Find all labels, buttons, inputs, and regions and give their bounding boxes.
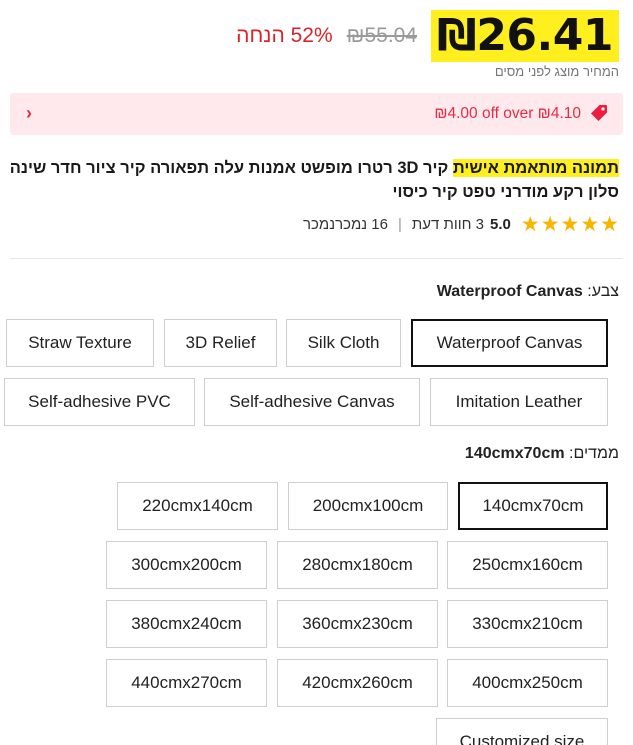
divider	[10, 258, 623, 259]
size-option-420x260[interactable]: 420cmx260cm	[277, 659, 438, 707]
product-title: תמונה מותאמת אישית קיר 3D רטרו מופשט אמנ…	[9, 156, 619, 204]
size-selected-value: 140cmx70cm	[464, 445, 565, 462]
chevron-left-icon[interactable]: ‹	[26, 103, 32, 124]
review-count[interactable]: 3 חוות דעת	[412, 216, 484, 233]
color-option-3d-relief[interactable]: 3D Relief	[164, 319, 277, 367]
tag-icon-svg	[591, 104, 607, 121]
size-option-330x210[interactable]: 330cmx210cm	[447, 600, 608, 648]
rating-stars: ★ ★ ★ ★ ★	[521, 214, 619, 235]
current-price: ₪26.41	[431, 10, 619, 62]
tax-note: המחיר מוצג לפני מסים	[494, 64, 619, 79]
separator: |	[397, 215, 402, 233]
coupon-banner[interactable]: ₪4.00 off over ₪4.10 ‹	[10, 93, 623, 135]
size-label-text: ממדים:	[564, 445, 619, 462]
color-option-waterproof-canvas[interactable]: Waterproof Canvas	[411, 319, 608, 367]
size-option-220x140[interactable]: 220cmx140cm	[117, 482, 278, 530]
size-option-250x160[interactable]: 250cmx160cm	[447, 541, 608, 589]
rating-value: 5.0	[490, 215, 511, 233]
size-option-380x240[interactable]: 380cmx240cm	[106, 600, 267, 648]
size-option-280x180[interactable]: 280cmx180cm	[277, 541, 438, 589]
color-option-self-adhesive-canvas[interactable]: Self-adhesive Canvas	[204, 378, 420, 426]
color-option-silk-cloth[interactable]: Silk Cloth	[286, 319, 401, 367]
color-option-straw-texture[interactable]: Straw Texture	[6, 319, 154, 367]
color-option-imitation-leather[interactable]: Imitation Leather	[430, 378, 608, 426]
star-icon: ★	[600, 212, 619, 236]
size-option-440x270[interactable]: 440cmx270cm	[106, 659, 267, 707]
color-option-self-adhesive-pvc[interactable]: Self-adhesive PVC	[4, 378, 195, 426]
star-icon: ★	[520, 212, 540, 236]
star-icon: ★	[540, 212, 560, 236]
coupon-text: ₪4.00 off over ₪4.10	[434, 105, 581, 122]
star-icon: ★	[560, 212, 580, 236]
price-row: ₪26.41 ₪55.04 52% הנחה	[236, 8, 619, 64]
size-option-200x100[interactable]: 200cmx100cm	[288, 482, 448, 530]
size-option-140x70[interactable]: 140cmx70cm	[458, 482, 608, 530]
star-icon: ★	[580, 212, 600, 236]
title-highlight: תמונה מותאמת אישית	[452, 159, 619, 177]
size-option-360x230[interactable]: 360cmx230cm	[277, 600, 438, 648]
size-label: ממדים: 140cmx70cm	[465, 445, 619, 463]
color-label-text: צבע:	[582, 283, 619, 300]
discount-badge: 52% הנחה	[236, 24, 333, 47]
size-option-customized[interactable]: Customized size	[436, 718, 608, 745]
color-label: צבע: Waterproof Canvas	[437, 283, 619, 301]
size-option-300x200[interactable]: 300cmx200cm	[106, 541, 267, 589]
original-price: ₪55.04	[346, 24, 418, 47]
sold-count: 16 נמכרנמכר	[303, 215, 388, 233]
size-option-400x250[interactable]: 400cmx250cm	[447, 659, 608, 707]
color-selected-value: Waterproof Canvas	[436, 283, 583, 300]
rating-row[interactable]: ★ ★ ★ ★ ★ 5.0 3 חוות דעת | 16 נמכרנמכר	[303, 213, 619, 235]
tag-icon	[589, 103, 609, 126]
